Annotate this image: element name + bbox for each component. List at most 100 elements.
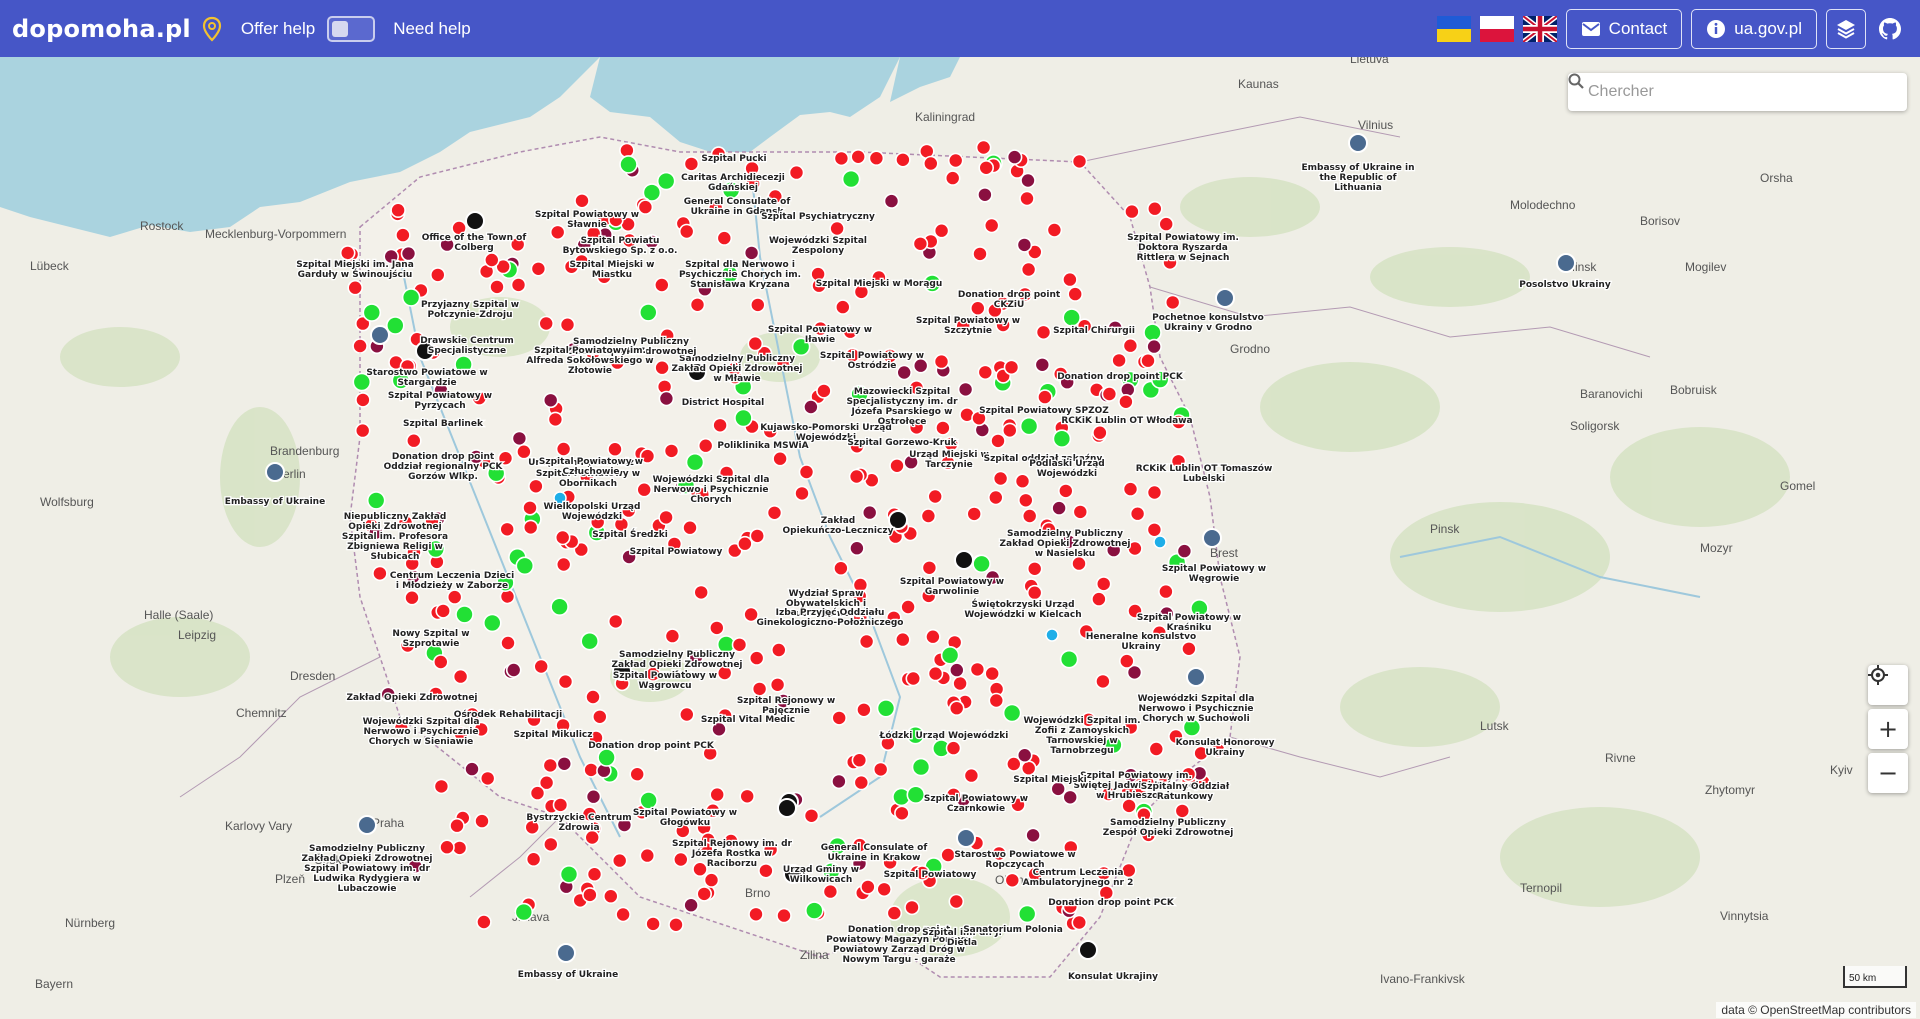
map-marker[interactable] (362, 303, 382, 322)
map-marker[interactable] (987, 489, 1004, 506)
map-marker[interactable] (1101, 386, 1118, 402)
map-marker[interactable] (429, 267, 446, 283)
map-marker[interactable] (515, 556, 535, 576)
map-marker[interactable] (529, 785, 546, 801)
map-marker[interactable] (574, 193, 590, 209)
map-marker[interactable] (1164, 294, 1181, 311)
embassy-marker[interactable] (1348, 133, 1368, 153)
help-mode-toggle[interactable] (327, 15, 376, 42)
map-marker[interactable] (1078, 940, 1098, 960)
map-marker[interactable] (803, 807, 820, 824)
map-marker[interactable] (639, 847, 656, 864)
map-marker[interactable] (511, 430, 528, 447)
embassy-marker[interactable] (265, 462, 285, 482)
map-marker[interactable] (559, 864, 579, 884)
map-marker[interactable] (977, 187, 993, 203)
map-marker[interactable] (658, 509, 674, 526)
map-marker[interactable] (935, 420, 951, 436)
map-marker[interactable] (872, 761, 889, 778)
map-marker[interactable] (841, 169, 861, 189)
map-marker[interactable] (1124, 203, 1140, 220)
map-marker[interactable] (1111, 352, 1127, 369)
map-marker[interactable] (615, 906, 631, 923)
embassy-marker[interactable] (1202, 528, 1222, 548)
map-marker[interactable] (856, 701, 872, 718)
map-marker[interactable] (474, 813, 490, 829)
map-marker[interactable] (401, 288, 421, 307)
map-canvas[interactable]: LietuvaKaliningradVilniusKaunasMinskRost… (0, 57, 1920, 1019)
map-marker[interactable] (1095, 576, 1112, 592)
map-marker[interactable] (984, 665, 1001, 682)
map-marker[interactable] (555, 441, 572, 457)
map-marker[interactable] (639, 791, 658, 810)
map-marker[interactable] (734, 408, 753, 428)
map-marker[interactable] (925, 628, 941, 645)
map-marker[interactable] (1017, 904, 1037, 924)
map-marker[interactable] (708, 620, 725, 636)
map-marker[interactable] (433, 778, 450, 795)
map-marker[interactable] (751, 681, 768, 697)
map-marker[interactable] (696, 886, 713, 902)
map-marker[interactable] (405, 432, 422, 449)
map-marker[interactable] (833, 560, 849, 577)
map-marker[interactable] (516, 443, 532, 460)
map-marker[interactable] (860, 879, 876, 895)
map-marker[interactable] (400, 245, 417, 262)
map-marker[interactable] (853, 774, 870, 791)
map-marker[interactable] (556, 755, 573, 772)
map-attribution[interactable]: data © OpenStreetMap contributors (1716, 1002, 1916, 1018)
map-marker[interactable] (1119, 653, 1135, 669)
map-marker[interactable] (1037, 389, 1053, 405)
map-marker[interactable] (685, 452, 705, 472)
map-marker[interactable] (404, 589, 420, 606)
map-marker[interactable] (1121, 862, 1137, 879)
map-marker[interactable] (557, 673, 574, 690)
map-marker[interactable] (1146, 484, 1163, 501)
map-marker[interactable] (1121, 798, 1137, 814)
map-marker[interactable] (479, 770, 496, 787)
map-marker[interactable] (749, 528, 766, 544)
embassy-marker[interactable] (1186, 667, 1206, 687)
contact-button[interactable]: Contact (1565, 8, 1683, 49)
map-marker[interactable] (395, 227, 411, 243)
map-marker[interactable] (586, 866, 603, 883)
zoom-out-button[interactable]: − (1868, 753, 1908, 793)
map-marker[interactable] (1004, 872, 1021, 889)
map-marker[interactable] (709, 786, 726, 803)
map-marker[interactable] (678, 223, 695, 240)
map-marker[interactable] (850, 149, 867, 165)
map-marker[interactable] (449, 817, 465, 834)
map-marker[interactable] (552, 797, 569, 813)
map-marker[interactable] (385, 316, 405, 335)
map-marker[interactable] (1143, 323, 1162, 342)
map-marker[interactable] (583, 762, 599, 778)
map-marker[interactable] (1020, 760, 1037, 777)
map-marker[interactable] (1095, 673, 1111, 690)
map-marker[interactable] (1067, 286, 1083, 302)
map-marker[interactable] (672, 851, 689, 868)
map-marker[interactable] (354, 422, 371, 439)
map-marker[interactable] (947, 152, 964, 169)
map-marker[interactable] (940, 645, 960, 665)
map-marker[interactable] (591, 708, 608, 725)
map-marker[interactable] (1140, 352, 1156, 369)
map-marker[interactable] (834, 299, 851, 315)
map-marker[interactable] (933, 353, 950, 370)
map-marker[interactable] (528, 478, 544, 495)
flag-ua-icon[interactable] (1436, 15, 1471, 42)
map-marker[interactable] (446, 589, 463, 605)
map-marker[interactable] (992, 470, 1009, 487)
map-marker[interactable] (554, 529, 571, 546)
map-marker[interactable] (948, 893, 965, 910)
map-marker[interactable] (766, 504, 783, 521)
map-marker[interactable] (896, 364, 913, 381)
map-marker[interactable] (1158, 583, 1174, 600)
map-marker[interactable] (1118, 393, 1134, 410)
map-marker[interactable] (366, 491, 386, 510)
map-marker[interactable] (580, 631, 600, 651)
map-marker[interactable] (668, 916, 684, 933)
map-marker[interactable] (607, 613, 624, 630)
map-marker[interactable] (538, 315, 555, 332)
map-marker[interactable] (1035, 324, 1052, 341)
map-marker[interactable] (904, 899, 920, 916)
